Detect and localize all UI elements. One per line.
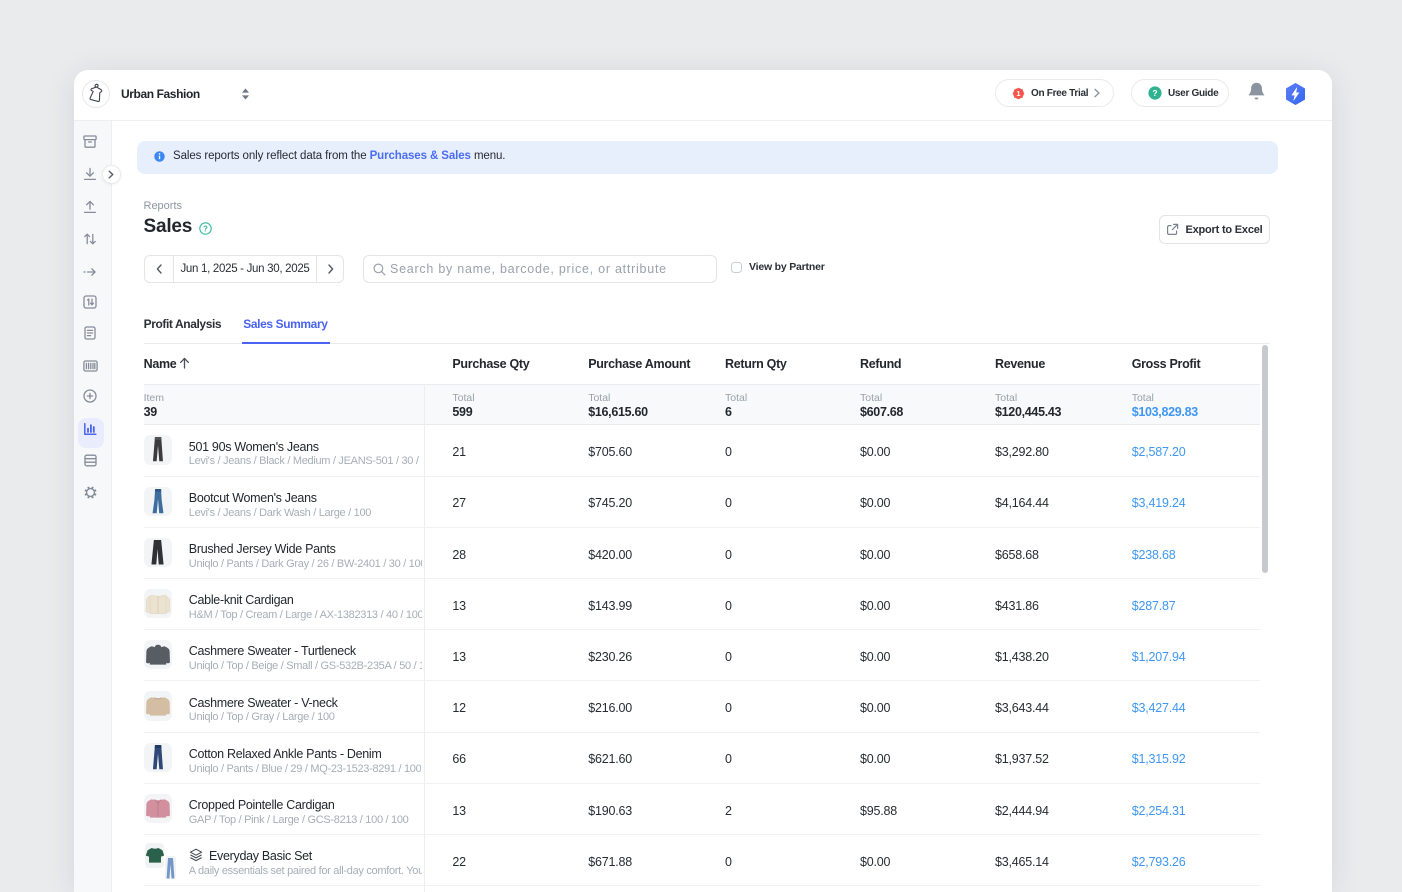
svg-text:?: ? [1152, 88, 1157, 98]
svg-text:1: 1 [1016, 89, 1020, 98]
svg-text:?: ? [203, 224, 208, 233]
